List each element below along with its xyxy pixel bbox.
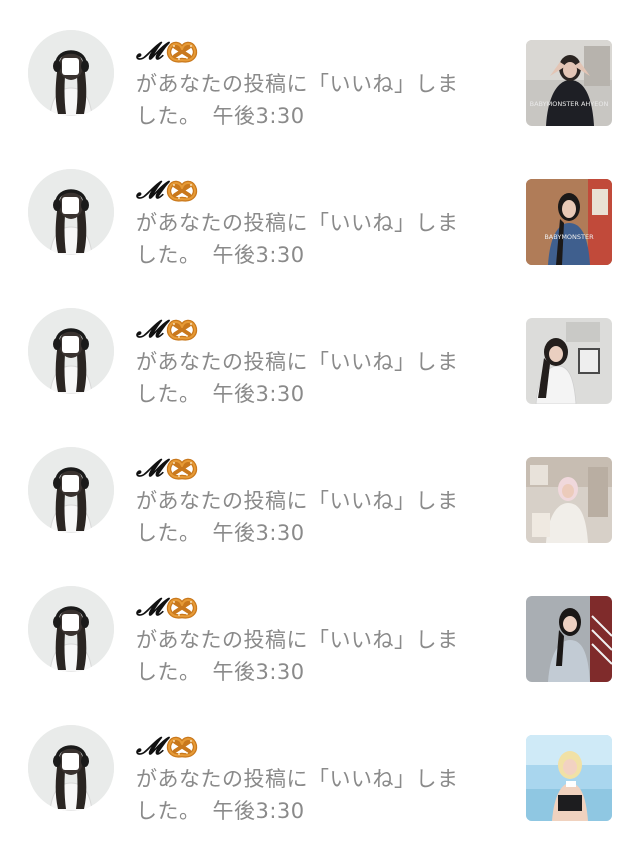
avatar[interactable]	[28, 308, 114, 394]
message-line: があなたの投稿に「いいね」しま	[136, 72, 459, 96]
message-line: があなたの投稿に「いいね」しま	[136, 489, 459, 513]
pretzel-icon	[165, 316, 199, 342]
username-label[interactable]: 𝓜	[136, 314, 163, 344]
username-label[interactable]: 𝓜	[136, 175, 163, 205]
username[interactable]: 𝓜	[136, 36, 496, 66]
avatar[interactable]	[28, 30, 114, 116]
username-label[interactable]: 𝓜	[136, 731, 163, 761]
notification-row[interactable]: 𝓜 があなたの投稿に「いいね」しま した。 午後3:30	[0, 308, 640, 446]
username[interactable]: 𝓜	[136, 731, 496, 761]
notification-text: 𝓜 があなたの投稿に「いいね」しま した。 午後3:30	[136, 592, 496, 688]
message-line: した。	[136, 660, 201, 684]
pretzel-icon	[165, 38, 199, 64]
pretzel-icon	[165, 455, 199, 481]
post-thumbnail[interactable]: BABYMONSTER AHYEON	[526, 40, 612, 126]
post-thumbnail[interactable]	[526, 735, 612, 821]
notification-text: 𝓜 があなたの投稿に「いいね」しま した。 午後3:30	[136, 36, 496, 132]
notification-text: 𝓜 があなたの投稿に「いいね」しま した。 午後3:30	[136, 175, 496, 271]
message-line: があなたの投稿に「いいね」しま	[136, 767, 459, 791]
notification-message: があなたの投稿に「いいね」しま した。 午後3:30	[136, 346, 496, 410]
username-label[interactable]: 𝓜	[136, 36, 163, 66]
avatar[interactable]	[28, 169, 114, 255]
notification-text: 𝓜 があなたの投稿に「いいね」しま した。 午後3:30	[136, 731, 496, 827]
message-line: した。	[136, 104, 201, 128]
username-label[interactable]: 𝓜	[136, 592, 163, 622]
notification-message: があなたの投稿に「いいね」しま した。 午後3:30	[136, 68, 496, 132]
timestamp: 午後3:30	[212, 799, 305, 823]
notification-message: があなたの投稿に「いいね」しま した。 午後3:30	[136, 485, 496, 549]
notification-text: 𝓜 があなたの投稿に「いいね」しま した。 午後3:30	[136, 453, 496, 549]
pretzel-icon	[165, 177, 199, 203]
notification-row[interactable]: 𝓜 があなたの投稿に「いいね」しま した。 午後3:30	[0, 447, 640, 585]
message-line: があなたの投稿に「いいね」しま	[136, 350, 459, 374]
username[interactable]: 𝓜	[136, 314, 496, 344]
message-line: した。	[136, 799, 201, 823]
pretzel-icon	[165, 594, 199, 620]
timestamp: 午後3:30	[212, 660, 305, 684]
notification-row[interactable]: 𝓜 があなたの投稿に「いいね」しま した。 午後3:30	[0, 586, 640, 724]
username[interactable]: 𝓜	[136, 592, 496, 622]
username[interactable]: 𝓜	[136, 175, 496, 205]
notification-row[interactable]: 𝓜 があなたの投稿に「いいね」しま した。 午後3:30 BABYMONSTER …	[0, 30, 640, 168]
notification-message: があなたの投稿に「いいね」しま した。 午後3:30	[136, 207, 496, 271]
post-thumbnail[interactable]: BABYMONSTER	[526, 179, 612, 265]
message-line: した。	[136, 243, 201, 267]
notification-message: があなたの投稿に「いいね」しま した。 午後3:30	[136, 763, 496, 827]
thumbnail-caption: BABYMONSTER	[544, 233, 594, 241]
post-thumbnail[interactable]	[526, 318, 612, 404]
notification-row[interactable]: 𝓜 があなたの投稿に「いいね」しま した。 午後3:30	[0, 725, 640, 853]
timestamp: 午後3:30	[212, 382, 305, 406]
message-line: した。	[136, 382, 201, 406]
avatar[interactable]	[28, 586, 114, 672]
username-label[interactable]: 𝓜	[136, 453, 163, 483]
message-line: があなたの投稿に「いいね」しま	[136, 211, 459, 235]
timestamp: 午後3:30	[212, 243, 305, 267]
thumbnail-caption: BABYMONSTER AHYEON	[530, 100, 609, 108]
pretzel-icon	[165, 733, 199, 759]
notification-list: 𝓜 があなたの投稿に「いいね」しま した。 午後3:30 BABYMONSTER …	[0, 0, 640, 853]
avatar[interactable]	[28, 725, 114, 811]
notification-message: があなたの投稿に「いいね」しま した。 午後3:30	[136, 624, 496, 688]
timestamp: 午後3:30	[212, 104, 305, 128]
post-thumbnail[interactable]	[526, 457, 612, 543]
notification-text: 𝓜 があなたの投稿に「いいね」しま した。 午後3:30	[136, 314, 496, 410]
message-line: があなたの投稿に「いいね」しま	[136, 628, 459, 652]
timestamp: 午後3:30	[212, 521, 305, 545]
notification-row[interactable]: 𝓜 があなたの投稿に「いいね」しま した。 午後3:30 BABYMONSTER	[0, 169, 640, 307]
message-line: した。	[136, 521, 201, 545]
avatar[interactable]	[28, 447, 114, 533]
post-thumbnail[interactable]	[526, 596, 612, 682]
username[interactable]: 𝓜	[136, 453, 496, 483]
